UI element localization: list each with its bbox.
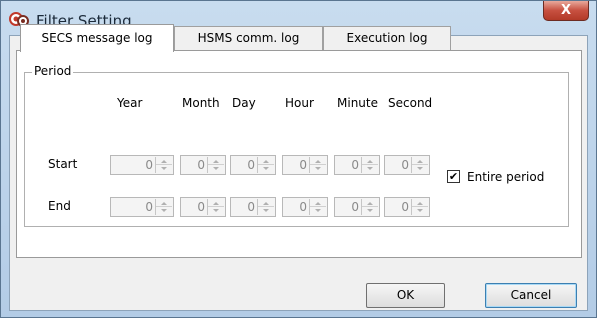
period-legend: Period <box>32 64 74 78</box>
spin-arrows-icon[interactable] <box>361 157 378 173</box>
end-hour-value: 0 <box>299 200 307 214</box>
spin-arrows-icon[interactable] <box>411 157 428 173</box>
start-year-spinner[interactable]: 0 <box>110 155 174 175</box>
spin-arrows-icon[interactable] <box>207 157 224 173</box>
end-year-value: 0 <box>145 200 153 214</box>
end-minute-value: 0 <box>351 200 359 214</box>
start-minute-spinner[interactable]: 0 <box>334 155 380 175</box>
entire-period-checkbox[interactable]: ✔ <box>447 170 460 183</box>
start-month-spinner[interactable]: 0 <box>180 155 226 175</box>
spin-arrows-icon[interactable] <box>257 199 274 215</box>
end-second-spinner[interactable]: 0 <box>384 197 430 217</box>
close-icon: X <box>560 3 572 18</box>
header-second: Second <box>388 96 433 110</box>
end-minute-spinner[interactable]: 0 <box>334 197 380 217</box>
spin-arrows-icon[interactable] <box>411 199 428 215</box>
entire-period-label[interactable]: Entire period <box>467 170 544 184</box>
start-hour-spinner[interactable]: 0 <box>282 155 328 175</box>
start-month-value: 0 <box>197 158 205 172</box>
close-button[interactable]: X <box>543 1 589 21</box>
header-month: Month <box>182 96 220 110</box>
tab-hsms-comm-log[interactable]: HSMS comm. log <box>174 26 323 50</box>
header-day: Day <box>232 96 256 110</box>
start-label: Start <box>48 157 78 171</box>
tab-secs-message-log[interactable]: SECS message log <box>20 24 174 52</box>
start-second-value: 0 <box>401 158 409 172</box>
start-minute-value: 0 <box>351 158 359 172</box>
start-hour-value: 0 <box>299 158 307 172</box>
spin-arrows-icon[interactable] <box>361 199 378 215</box>
end-month-spinner[interactable]: 0 <box>180 197 226 217</box>
spin-arrows-icon[interactable] <box>155 199 172 215</box>
ok-button[interactable]: OK <box>366 283 445 308</box>
start-day-spinner[interactable]: 0 <box>230 155 276 175</box>
cancel-button[interactable]: Cancel <box>485 283 577 308</box>
spin-arrows-icon[interactable] <box>207 199 224 215</box>
tab-execution-log[interactable]: Execution log <box>323 26 451 50</box>
end-label: End <box>48 199 71 213</box>
end-month-value: 0 <box>197 200 205 214</box>
start-second-spinner[interactable]: 0 <box>384 155 430 175</box>
start-year-value: 0 <box>145 158 153 172</box>
spin-arrows-icon[interactable] <box>309 157 326 173</box>
end-day-value: 0 <box>247 200 255 214</box>
header-year: Year <box>117 96 143 110</box>
end-day-spinner[interactable]: 0 <box>230 197 276 217</box>
header-hour: Hour <box>285 96 314 110</box>
spin-arrows-icon[interactable] <box>155 157 172 173</box>
spin-arrows-icon[interactable] <box>257 157 274 173</box>
spin-arrows-icon[interactable] <box>309 199 326 215</box>
end-hour-spinner[interactable]: 0 <box>282 197 328 217</box>
start-day-value: 0 <box>247 158 255 172</box>
end-year-spinner[interactable]: 0 <box>110 197 174 217</box>
header-minute: Minute <box>337 96 378 110</box>
end-second-value: 0 <box>401 200 409 214</box>
